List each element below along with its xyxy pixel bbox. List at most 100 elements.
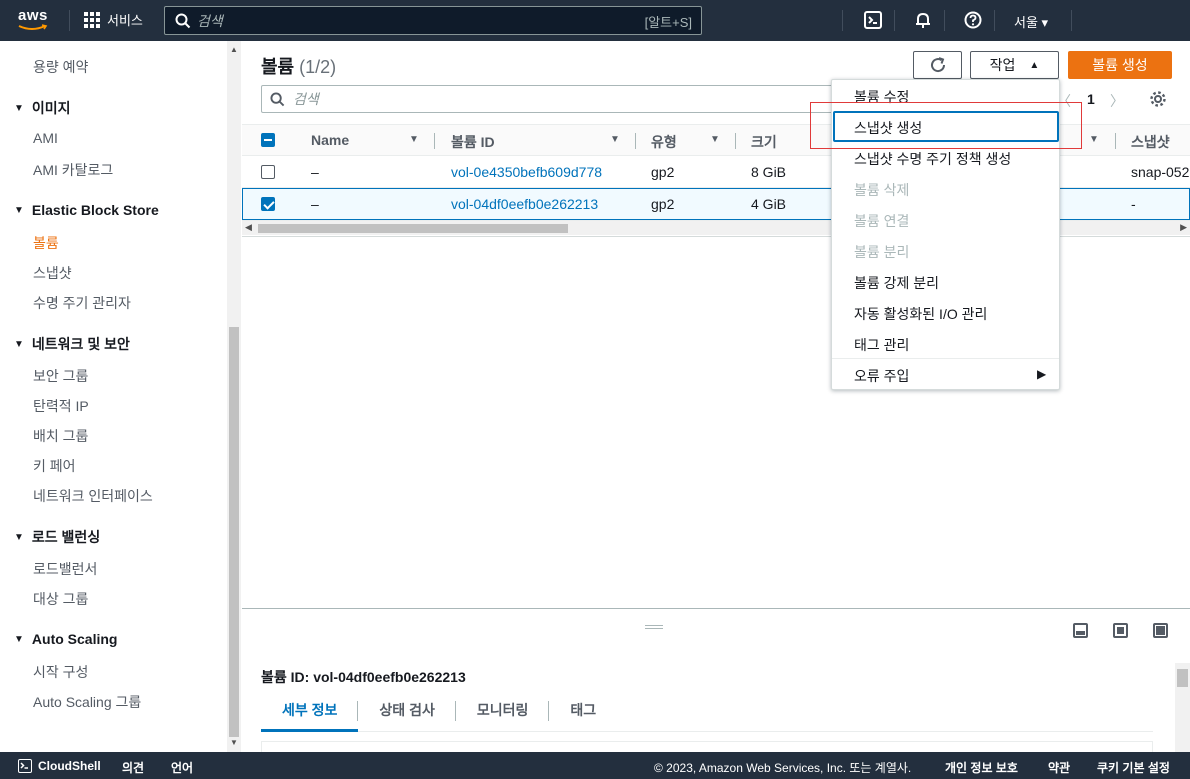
divider	[894, 10, 895, 31]
cloudshell-icon[interactable]	[864, 11, 882, 29]
sort-icon[interactable]: ▼	[610, 134, 620, 145]
tab-status-checks[interactable]: 상태 검사	[358, 699, 456, 732]
menu-item-create-snapshot-lifecycle-policy[interactable]: 스냅샷 수명 주기 정책 생성	[854, 149, 1011, 169]
sidebar-item-launch-configurations[interactable]: 시작 구성	[33, 662, 88, 682]
terms-link[interactable]: 약관	[1048, 759, 1070, 776]
create-volume-button[interactable]: 볼륨 생성	[1068, 51, 1172, 79]
sidebar-item-key-pairs[interactable]: 키 페어	[33, 456, 76, 476]
sidebar-section-ebs[interactable]: ▼ Elastic Block Store	[14, 202, 159, 218]
cell-snapshot: snap-052	[1131, 164, 1190, 180]
sort-icon[interactable]: ▼	[409, 134, 419, 145]
tab-label: 모니터링	[476, 702, 529, 718]
column-header-size[interactable]: 크기	[751, 132, 777, 152]
tab-tags[interactable]: 태그	[549, 699, 617, 732]
page-number[interactable]: 1	[1087, 91, 1095, 107]
grid-icon	[84, 11, 100, 28]
search-icon	[270, 91, 285, 106]
feedback-link[interactable]: 의견	[122, 759, 144, 776]
aws-logo[interactable]: aws	[18, 8, 52, 32]
panel-side-icon[interactable]	[1113, 623, 1128, 638]
scroll-down-icon[interactable]: ▼	[230, 738, 238, 747]
menu-item-fault-injection[interactable]: 오류 주입	[854, 366, 909, 386]
sidebar-scrollbar[interactable]: ▲ ▼	[227, 41, 241, 752]
row-checkbox[interactable]	[261, 165, 275, 179]
column-header-snapshot[interactable]: 스냅샷	[1131, 132, 1170, 152]
sidebar-item-load-balancers[interactable]: 로드밸런서	[33, 559, 97, 579]
region-selector[interactable]: 서울 ▾	[1014, 12, 1048, 31]
column-header-type[interactable]: 유형	[651, 132, 677, 152]
sort-icon[interactable]: ▼	[1089, 134, 1099, 145]
menu-item-detach-volume: 볼륨 분리	[854, 244, 910, 260]
sidebar-item-ami-catalog[interactable]: AMI 카탈로그	[33, 160, 113, 180]
sidebar-item-snapshots[interactable]: 스냅샷	[33, 263, 72, 283]
menu-item-delete-volume: 볼륨 삭제	[854, 182, 910, 198]
caret-down-icon: ▼	[14, 633, 24, 645]
scroll-left-icon[interactable]: ◀	[245, 222, 252, 233]
panel-bottom-icon[interactable]	[1073, 623, 1088, 638]
settings-gear-icon[interactable]	[1149, 90, 1167, 108]
scrollbar-thumb[interactable]	[229, 327, 239, 737]
sidebar-item-network-interfaces[interactable]: 네트워크 인터페이스	[33, 486, 153, 506]
sidebar-item-security-groups[interactable]: 보안 그룹	[33, 366, 88, 386]
sort-icon[interactable]: ▼	[710, 134, 720, 145]
cell-name: –	[311, 196, 319, 212]
selection-count: (1/2)	[299, 57, 337, 77]
table-search-input[interactable]	[293, 91, 793, 107]
sidebar-item-auto-scaling-groups[interactable]: Auto Scaling 그룹	[33, 692, 141, 712]
language-link[interactable]: 언어	[171, 759, 193, 776]
help-icon[interactable]	[964, 11, 982, 29]
column-resizer[interactable]	[1115, 133, 1116, 149]
column-resizer[interactable]	[735, 133, 736, 149]
actions-button[interactable]: 작업 ▲	[970, 51, 1059, 79]
tab-details[interactable]: 세부 정보	[261, 699, 359, 732]
search-icon	[175, 13, 191, 28]
menu-item-manage-tags[interactable]: 태그 관리	[854, 335, 909, 355]
sidebar-item-target-groups[interactable]: 대상 그룹	[33, 589, 88, 609]
next-page-icon[interactable]: 〉	[1110, 91, 1124, 111]
sidebar-item-lifecycle-manager[interactable]: 수명 주기 관리자	[33, 293, 131, 313]
panel-fullscreen-icon[interactable]	[1153, 623, 1168, 638]
column-resizer[interactable]	[635, 133, 636, 149]
notification-bell-icon[interactable]	[914, 11, 932, 29]
sidebar-section-load-balancing[interactable]: ▼ 로드 밸런싱	[14, 527, 100, 547]
sidebar-item-ami[interactable]: AMI	[33, 130, 58, 146]
volume-id-link[interactable]: vol-0e4350befb609d778	[451, 164, 602, 180]
sidebar-item-capacity-reservations[interactable]: 용량 예약	[33, 57, 88, 77]
menu-item-force-detach-volume[interactable]: 볼륨 강제 분리	[854, 273, 939, 293]
sidebar-section-auto-scaling[interactable]: ▼ Auto Scaling	[14, 631, 117, 647]
row-checkbox[interactable]	[261, 197, 275, 211]
tab-monitoring[interactable]: 모니터링	[456, 699, 550, 732]
sidebar-section-images[interactable]: ▼ 이미지	[14, 98, 71, 118]
scrollbar-thumb[interactable]	[1177, 669, 1188, 687]
column-resizer[interactable]	[434, 133, 435, 149]
caret-down-icon: ▼	[14, 204, 24, 216]
table-search[interactable]	[261, 85, 841, 113]
sidebar: 용량 예약 ▼ 이미지 AMI AMI 카탈로그 ▼ Elastic Block S…	[0, 41, 241, 752]
scroll-up-icon[interactable]: ▲	[230, 45, 238, 54]
divider	[842, 10, 843, 31]
global-search-input[interactable]	[197, 12, 617, 29]
scroll-right-icon[interactable]: ▶	[1180, 222, 1187, 233]
refresh-button[interactable]	[913, 51, 962, 79]
tab-label: 상태 검사	[379, 702, 435, 718]
divider	[69, 10, 70, 31]
sidebar-item-placement-groups[interactable]: 배치 그룹	[33, 426, 88, 446]
volume-id-link[interactable]: vol-04df0eefb0e262213	[451, 196, 598, 212]
scrollbar-thumb[interactable]	[258, 224, 568, 233]
sidebar-section-network-security[interactable]: ▼ 네트워크 및 보안	[14, 334, 130, 354]
privacy-link[interactable]: 개인 정보 보호	[945, 759, 1018, 776]
cell-snapshot: -	[1131, 196, 1136, 212]
column-header-name[interactable]: Name	[311, 132, 349, 148]
cloudshell-link[interactable]: CloudShell	[38, 759, 101, 773]
column-header-volume-id[interactable]: 볼륨 ID	[451, 132, 495, 152]
sidebar-item-volumes[interactable]: 볼륨	[33, 233, 59, 253]
cloudshell-icon[interactable]	[18, 759, 32, 773]
sidebar-item-elastic-ips[interactable]: 탄력적 IP	[33, 396, 89, 416]
select-all-checkbox[interactable]	[261, 133, 275, 147]
menu-item-manage-auto-enabled-io[interactable]: 자동 활성화된 I/O 관리	[854, 304, 987, 324]
services-menu-button[interactable]: 서비스	[84, 10, 143, 29]
resize-handle[interactable]	[645, 625, 663, 629]
details-scrollbar[interactable]	[1175, 663, 1190, 753]
global-search[interactable]: [알트+S]	[164, 6, 702, 35]
cookie-preferences-link[interactable]: 쿠키 기본 설정	[1097, 759, 1170, 776]
